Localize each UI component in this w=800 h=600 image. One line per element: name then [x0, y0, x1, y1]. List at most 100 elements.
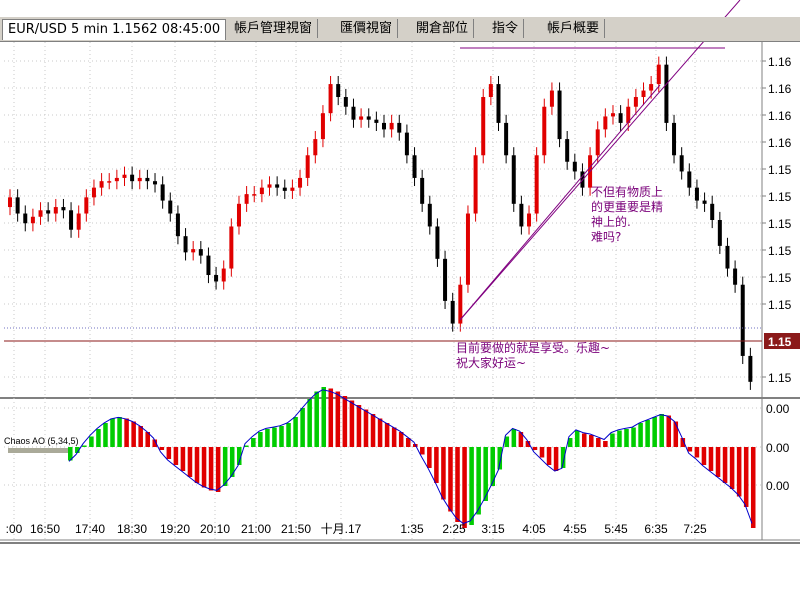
ao-bar	[321, 387, 327, 447]
candle-body	[733, 268, 738, 285]
x-tick-label: 21:50	[281, 522, 311, 536]
ao-bar	[384, 423, 390, 447]
candle-body	[275, 184, 280, 188]
candle-body	[305, 155, 310, 178]
ao-bar	[89, 436, 94, 447]
tab-3[interactable]: 開倉部位	[411, 19, 475, 38]
ao-bar	[222, 447, 228, 486]
ao-bar	[687, 447, 693, 452]
tab-bar: EUR/USD 5 min 1.1562 08:45:00 帳戶管理視窗 匯價視窗開…	[0, 17, 800, 42]
ao-bar	[173, 447, 179, 465]
candle-body	[298, 177, 303, 188]
x-tick-label: 十月.17	[321, 522, 362, 536]
tab-4[interactable]: 指令	[487, 19, 525, 38]
candle-body	[710, 203, 715, 220]
candle-body	[427, 203, 432, 227]
x-tick-label: 6:35	[644, 522, 668, 536]
ao-bar	[729, 447, 735, 489]
candle-body	[206, 255, 211, 276]
ao-tick-label: 0.00	[766, 402, 790, 416]
ao-bar	[469, 447, 474, 525]
candle-body	[23, 213, 28, 224]
candle-body	[145, 177, 150, 182]
ao-tick-label: 0.00	[766, 479, 790, 493]
ao-bar	[638, 423, 643, 447]
candle-body	[725, 245, 730, 269]
candle-body	[595, 129, 600, 156]
x-tick-label: 4:55	[563, 522, 587, 536]
ao-bar	[251, 438, 256, 447]
tab-0[interactable]: EUR/USD 5 min 1.1562 08:45:00	[2, 19, 227, 40]
candle-body	[389, 122, 394, 130]
candle-body	[244, 194, 249, 204]
ao-tick-label: 0.00	[766, 441, 790, 455]
candle-body	[229, 226, 234, 269]
candle-body	[534, 155, 539, 214]
ao-bar	[581, 433, 587, 447]
y-tick-label: 1.16	[768, 55, 792, 69]
candle-body	[15, 197, 20, 214]
x-tick-label: 4:05	[522, 522, 546, 536]
ao-bar	[624, 429, 629, 447]
candle-body	[557, 90, 562, 140]
candle-body	[236, 203, 241, 227]
candle-body	[504, 122, 509, 156]
candle-body	[53, 207, 58, 214]
tab-1[interactable]: 帳戶管理視窗	[229, 19, 319, 38]
ao-bar	[546, 447, 552, 465]
candle-body	[633, 97, 638, 107]
ao-bar	[96, 429, 101, 447]
x-tick-label: 21:00	[241, 522, 271, 536]
candle-body	[420, 177, 425, 204]
ao-bar	[476, 447, 481, 515]
candle-body	[542, 106, 547, 156]
x-tick-label: 1:35	[400, 522, 424, 536]
candle-body	[527, 213, 532, 227]
ao-bar	[659, 414, 664, 447]
tab-2[interactable]: 匯價視窗	[335, 19, 399, 38]
candle-body	[702, 200, 707, 204]
candle-body	[549, 90, 554, 107]
candle-body	[153, 181, 158, 185]
ao-bar	[455, 447, 460, 522]
ao-bar	[497, 447, 503, 470]
ao-bar	[434, 447, 439, 483]
forex-chart[interactable]: 1.15不但有物质上的更重要是精神上的.难吗?目前要做的就是享受。乐趣~祝大家好…	[0, 0, 800, 600]
candle-body	[412, 155, 417, 178]
ao-bar	[490, 447, 495, 486]
ao-scrollbar-handle	[8, 448, 68, 453]
candle-body	[473, 155, 478, 214]
candle-body	[114, 177, 119, 182]
tab-5[interactable]: 帳戶概要	[542, 19, 606, 38]
candle-body	[618, 113, 623, 123]
ao-bar	[666, 415, 672, 447]
y-tick-label: 1.15	[768, 217, 792, 231]
y-tick-label: 1.16	[768, 109, 792, 123]
candle-body	[519, 203, 524, 227]
ao-bar	[448, 447, 453, 512]
ao-bar	[328, 388, 334, 447]
candle-body	[8, 197, 12, 208]
x-tick-label: :00	[6, 522, 23, 536]
ao-bar	[138, 426, 143, 447]
ao-bar	[103, 423, 108, 447]
current-price-label: 1.15	[768, 335, 792, 349]
candle-body	[91, 187, 96, 198]
ao-bar	[736, 447, 742, 497]
ao-bar	[652, 417, 657, 447]
candle-body	[740, 284, 745, 356]
candle-body	[382, 122, 386, 130]
candle-body	[69, 210, 74, 230]
candle-body	[511, 155, 516, 204]
candle-body	[481, 97, 486, 156]
candle-body	[328, 84, 333, 114]
ao-bar	[715, 447, 721, 477]
candle-body	[748, 355, 753, 382]
y-tick-label: 1.15	[768, 371, 792, 385]
candle-body	[221, 268, 226, 282]
ao-bar	[124, 418, 129, 447]
ao-bar	[441, 447, 446, 500]
candle-body	[290, 187, 295, 191]
candle-body	[359, 116, 364, 120]
candle-body	[672, 122, 677, 156]
